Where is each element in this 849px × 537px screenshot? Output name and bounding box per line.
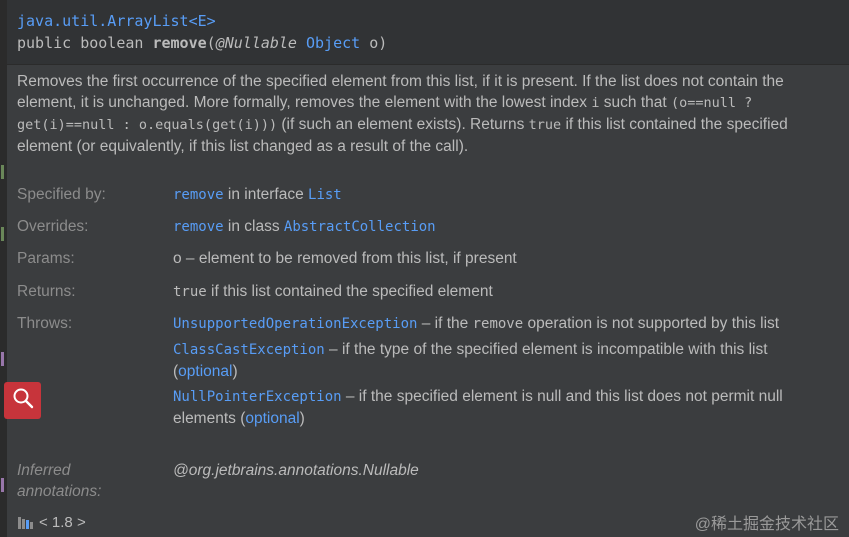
overrides-type-link[interactable]: AbstractCollection — [284, 219, 436, 235]
jdk-version-switcher[interactable]: < 1.8 > — [39, 514, 86, 531]
overrides-value: remove in class AbstractCollection — [173, 216, 823, 238]
signature-annotation: @Nullable — [215, 34, 297, 52]
overrides-method-link[interactable]: remove — [173, 219, 224, 235]
specified-by-label: Specified by: — [17, 186, 106, 203]
editor-gutter — [0, 0, 7, 537]
overrides-text: in class — [223, 218, 284, 235]
watermark: @稀土掘金技术社区 — [694, 516, 839, 533]
signature-paren: ( — [206, 34, 216, 52]
signature-method-name: remove — [152, 34, 207, 52]
optional-link[interactable]: optional — [178, 363, 232, 380]
search-icon — [11, 386, 35, 415]
specified-by-text: in interface — [223, 186, 309, 203]
throws-item: UnsupportedOperationException – if the r… — [173, 313, 823, 335]
params-label: Params: — [17, 250, 75, 267]
overrides-label: Overrides: — [17, 218, 89, 235]
exception-link[interactable]: ClassCastException — [173, 342, 325, 358]
doc-footer: < 1.8 > — [17, 514, 86, 534]
exception-link[interactable]: NullPointerException — [173, 389, 342, 405]
returns-text: if this list contained the specified ele… — [206, 283, 493, 300]
returns-label: Returns: — [17, 283, 76, 300]
inferred-annotations-value: @org.jetbrains.annotations.Nullable — [173, 462, 419, 479]
description-code: true — [528, 117, 562, 133]
throws-item-text: – if the — [417, 315, 473, 332]
inferred-annotations-label: Inferred annotations: — [17, 462, 102, 500]
throws-label: Throws: — [17, 315, 73, 332]
throws-item-code: remove — [472, 316, 524, 332]
gutter-mark — [1, 227, 4, 241]
gutter-mark — [1, 165, 4, 179]
signature-prefix: public boolean — [17, 34, 153, 52]
throws-item: ClassCastException – if the type of the … — [173, 339, 823, 382]
library-icon — [17, 515, 35, 534]
throws-item-text: operation is not supported by this list — [523, 315, 780, 332]
search-button[interactable] — [4, 382, 41, 419]
returns-value: true if this list contained the specifie… — [173, 281, 823, 303]
specified-by-type-link[interactable]: List — [308, 187, 342, 203]
optional-link[interactable]: optional — [245, 410, 299, 427]
throws-list: UnsupportedOperationException – if the r… — [173, 313, 823, 429]
gutter-mark — [1, 478, 4, 492]
signature-param-type-link[interactable]: Object — [306, 34, 360, 52]
documentation-popup: java.util.ArrayList<E> public boolean re… — [7, 0, 849, 537]
description-code: i — [591, 95, 600, 111]
specified-by-value: remove in interface List — [173, 184, 823, 206]
method-signature: public boolean remove(@Nullable Object o… — [17, 34, 387, 52]
returns-code: true — [173, 284, 207, 300]
signature-space — [297, 34, 306, 52]
specified-by-method-link[interactable]: remove — [173, 187, 224, 203]
description-text: (if such an element exists). Returns — [277, 116, 529, 133]
class-name-link[interactable]: java.util.ArrayList<E> — [17, 12, 216, 30]
method-description: Removes the first occurrence of the spec… — [17, 71, 817, 157]
description-text: such that — [599, 94, 672, 111]
exception-link[interactable]: UnsupportedOperationException — [173, 316, 417, 332]
doc-header: java.util.ArrayList<E> public boolean re… — [7, 0, 849, 65]
throws-item-text: ) — [299, 410, 305, 427]
gutter-mark — [1, 352, 4, 366]
params-value: o – element to be removed from this list… — [173, 250, 517, 267]
throws-item: NullPointerException – if the specified … — [173, 386, 823, 429]
signature-param-rest: o) — [360, 34, 388, 52]
throws-item-text: ) — [232, 363, 238, 380]
